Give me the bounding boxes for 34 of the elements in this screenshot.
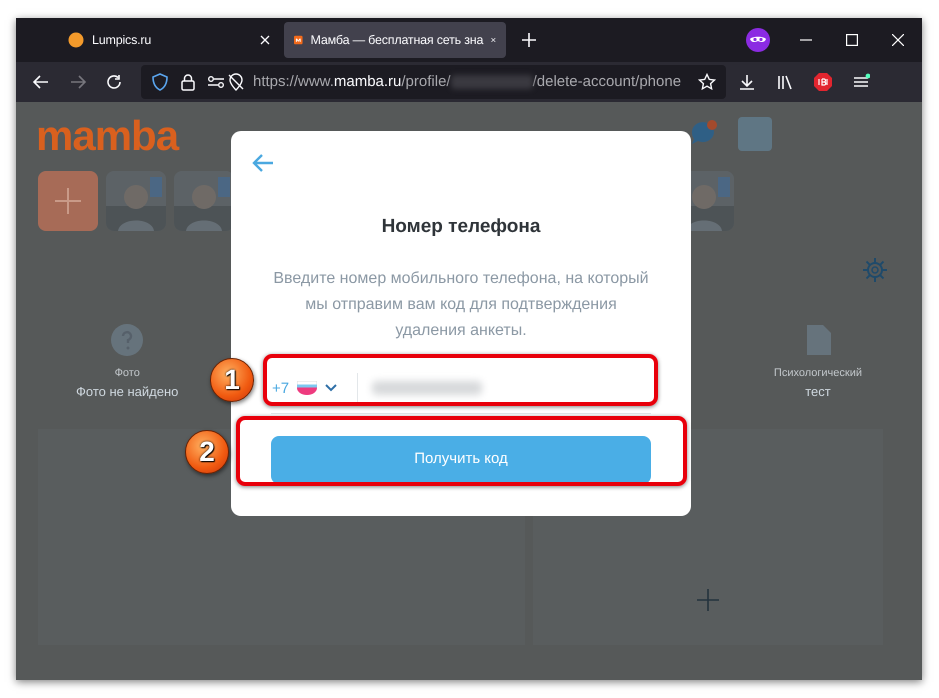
browser-tab[interactable]: Мамба — бесплатная сеть зна [284,22,506,58]
close-icon[interactable] [260,35,270,45]
close-icon[interactable] [491,35,496,45]
item-label: Фото [114,366,140,381]
item-label: Психологический [774,366,862,381]
url-text: /delete-account/phone [532,72,682,92]
back-arrow-icon[interactable] [32,73,50,91]
address-bar[interactable]: https://www.mamba.ru/profile/ /delete-account/phone [141,65,726,99]
star-icon [698,73,716,91]
tab-title: Мамба — бесплатная сеть зна [310,32,484,49]
modal-description: Введите номер мобильного телефона, на который мы отправим вам код для подтверждения удаления анкеты. [272,268,650,340]
flag-icon [297,381,318,395]
location-blocked-icon [227,73,245,91]
close-icon[interactable] [892,34,904,46]
plus-icon [53,186,83,216]
permissions-icon [207,73,225,91]
url-text: https://www.mamba.ru/profile/ [253,72,451,92]
maximize-icon[interactable] [846,34,858,46]
mask-icon[interactable] [746,28,770,52]
browser-tab[interactable]: Lumpics.ru [58,22,280,58]
lock-icon [179,73,197,91]
shield-icon [151,73,169,91]
forward-arrow-icon[interactable] [69,73,87,91]
question-circle-icon [110,323,144,357]
step-number-badge: 1 [210,358,254,402]
modal-title: Номер телефона [382,215,540,239]
download-icon[interactable] [738,73,756,91]
library-icon[interactable] [776,73,794,91]
chevron-down-icon [325,384,338,392]
reload-icon[interactable] [105,73,123,91]
site-logo-icon [68,32,84,48]
item-value: тест [805,382,831,400]
tab-title: Lumpics.ru [92,32,152,49]
item-value: Фото не найдено [76,382,178,401]
